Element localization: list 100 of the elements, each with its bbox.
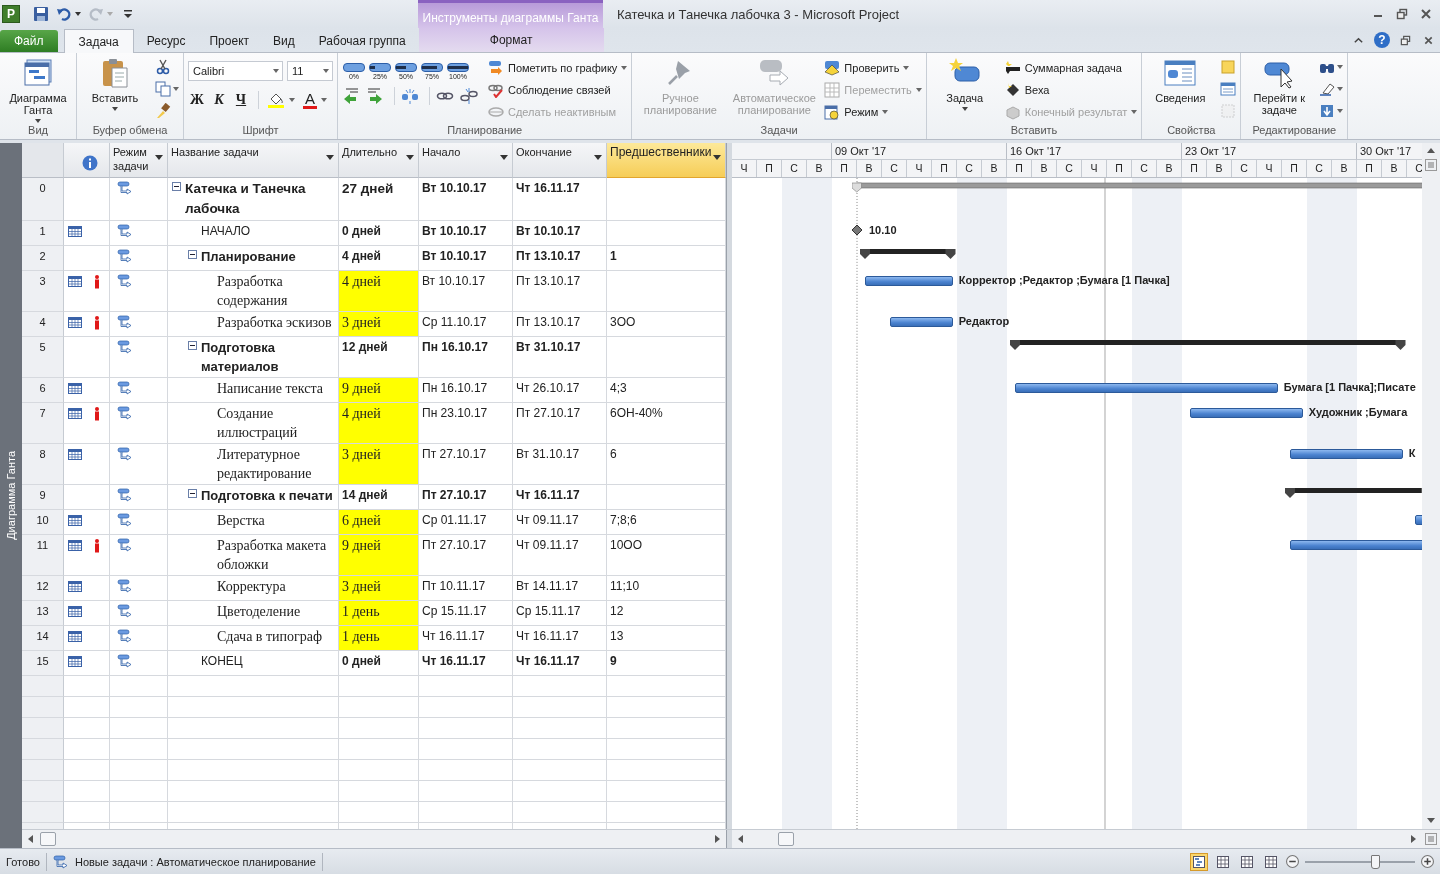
ribbon-tab[interactable]: Файл xyxy=(0,30,58,52)
ribbon-tab[interactable]: Формат xyxy=(418,28,604,52)
week-header: 16 Окт '17 xyxy=(1007,143,1182,160)
view-bar[interactable]: Диаграмма Ганта xyxy=(0,143,22,848)
row-number[interactable]: 5 xyxy=(22,337,64,378)
scroll-left-icon[interactable] xyxy=(26,834,36,844)
close-icon[interactable] xyxy=(1420,8,1432,20)
zoom-out-icon[interactable] xyxy=(1286,855,1299,868)
status-text[interactable]: Новые задачи : Автоматическое планирование xyxy=(74,855,316,868)
view-button[interactable] xyxy=(1190,852,1208,871)
row-number[interactable]: 8 xyxy=(22,444,64,485)
row-number[interactable]: 11 xyxy=(22,535,64,576)
row-number[interactable]: 10 xyxy=(22,510,64,535)
row-number[interactable]: 9 xyxy=(22,485,64,510)
row-number[interactable]: 4 xyxy=(22,312,64,337)
split-handle-icon[interactable] xyxy=(1425,159,1437,171)
row-number[interactable]: 15 xyxy=(22,651,64,676)
ribbon-tab[interactable]: Ресурс xyxy=(135,30,197,52)
collapse-toggle[interactable] xyxy=(188,489,197,498)
font-style-button[interactable]: Ч xyxy=(232,92,250,108)
start-date-cell: Вт 10.10.17 xyxy=(419,221,513,246)
help-button[interactable]: ? xyxy=(1374,32,1390,48)
fill-color-icon[interactable] xyxy=(267,91,285,109)
font-style-button[interactable]: К xyxy=(210,92,228,108)
split-handle-icon[interactable] xyxy=(1425,833,1437,845)
row-number[interactable]: 3 xyxy=(22,271,64,312)
scroll-right-icon[interactable] xyxy=(712,834,722,844)
column-header[interactable]: Режим задачи xyxy=(110,143,168,178)
column-header[interactable]: Окончание xyxy=(513,143,607,178)
row-number[interactable]: 0 xyxy=(22,178,64,221)
row-number[interactable]: 13 xyxy=(22,601,64,626)
row-number[interactable]: 12 xyxy=(22,576,64,601)
task-bar xyxy=(1415,515,1422,525)
ribbon-button[interactable]: Суммарная задача xyxy=(1004,59,1138,77)
row-number[interactable]: 1 xyxy=(22,221,64,246)
ribbon-button[interactable]: Сведения xyxy=(1146,57,1215,124)
caret-icon[interactable] xyxy=(75,12,81,16)
row-number[interactable]: 14 xyxy=(22,626,64,651)
ribbon-tab[interactable]: Проект xyxy=(198,30,260,52)
column-header[interactable]: Предшественники xyxy=(607,143,726,178)
icon-button[interactable] xyxy=(1220,81,1237,97)
row-number[interactable]: 2 xyxy=(22,246,64,271)
duration-cell: 3 дней xyxy=(339,312,419,337)
duration-cell: 1 день xyxy=(339,626,419,651)
restore-icon[interactable] xyxy=(1396,8,1408,20)
row-number[interactable]: 6 xyxy=(22,378,64,403)
column-header[interactable] xyxy=(64,143,110,178)
week-header: 30 Окт '17 xyxy=(1357,143,1422,160)
indent-icon[interactable] xyxy=(366,87,384,105)
icon-button[interactable] xyxy=(1319,81,1344,97)
ribbon-button[interactable]: Веха xyxy=(1004,81,1138,99)
scroll-left-icon[interactable] xyxy=(736,834,746,844)
caret-icon[interactable] xyxy=(321,98,327,102)
ribbon-button[interactable]: Вставить xyxy=(81,57,149,124)
caret-icon[interactable] xyxy=(289,98,295,102)
summary-bar-icon xyxy=(1004,60,1021,76)
ribbon-tab[interactable]: Вид xyxy=(262,30,306,52)
font-style-button[interactable]: Ж xyxy=(188,92,206,108)
ribbon-button[interactable]: Диаграмма Ганта xyxy=(4,57,72,124)
restore-icon[interactable] xyxy=(1400,35,1411,46)
column-header[interactable]: Название задачи xyxy=(168,143,339,178)
font-name-field[interactable]: Calibri xyxy=(188,61,283,81)
scrollbar-thumb[interactable] xyxy=(40,832,56,846)
column-header[interactable]: Длительно xyxy=(339,143,419,178)
ribbon-button[interactable]: Режим xyxy=(824,103,922,121)
day-header: Ч xyxy=(1257,160,1282,177)
outdent-icon[interactable] xyxy=(342,87,360,105)
collapse-toggle[interactable] xyxy=(188,250,197,259)
unlink-icon[interactable] xyxy=(460,87,478,105)
ribbon-button[interactable]: Перейти к задаче xyxy=(1245,57,1314,124)
split-task-icon[interactable] xyxy=(401,87,419,105)
zoom-slider-thumb[interactable] xyxy=(1371,854,1381,869)
ribbon-button[interactable]: Задача xyxy=(930,57,999,124)
auto-schedule-icon[interactable] xyxy=(52,854,69,869)
icon-button[interactable] xyxy=(1319,103,1344,119)
task-name: Катечка и Танечка лабочка xyxy=(185,180,307,218)
ribbon-tab[interactable]: Рабочая группа xyxy=(307,30,417,52)
day-header: П xyxy=(832,160,857,177)
collapse-ribbon-icon[interactable] xyxy=(1353,35,1364,46)
close-icon[interactable] xyxy=(1423,35,1434,46)
scroll-right-icon[interactable] xyxy=(1408,834,1418,844)
font-size-field[interactable]: 11 xyxy=(287,61,333,81)
zoom-in-icon[interactable] xyxy=(1421,855,1434,868)
duration-cell: 9 дней xyxy=(339,535,419,576)
scrollbar-thumb[interactable] xyxy=(778,832,794,846)
ribbon-tab[interactable]: Задача xyxy=(63,29,134,53)
font-color-button[interactable]: А xyxy=(303,91,317,109)
collapse-toggle[interactable] xyxy=(172,182,181,191)
ribbon-button[interactable]: Пометить по графику xyxy=(488,59,628,77)
save-icon[interactable] xyxy=(33,6,49,22)
icon-button[interactable] xyxy=(155,81,179,97)
scroll-up-icon[interactable] xyxy=(1426,146,1436,156)
scroll-down-icon[interactable] xyxy=(1426,815,1436,825)
ribbon-button[interactable]: Соблюдение связей xyxy=(488,81,628,99)
undo-icon[interactable] xyxy=(56,6,72,22)
column-header[interactable]: Начало xyxy=(419,143,513,178)
collapse-toggle[interactable] xyxy=(188,341,197,350)
finish-date-cell: Чт 09.11.17 xyxy=(513,510,607,535)
row-number[interactable]: 7 xyxy=(22,403,64,444)
ribbon-button[interactable]: Проверить xyxy=(824,59,922,77)
